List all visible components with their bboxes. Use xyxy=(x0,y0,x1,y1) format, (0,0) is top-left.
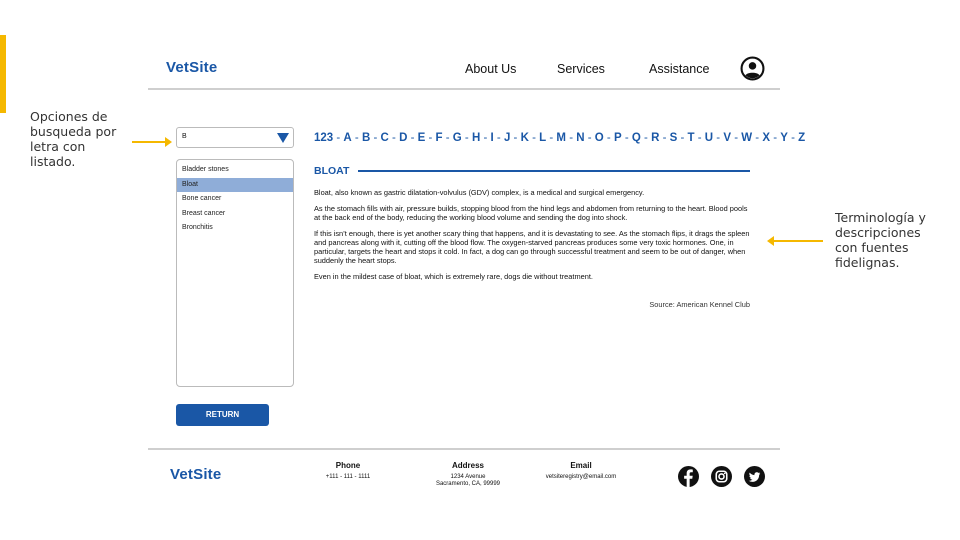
alphabet-letter[interactable]: P xyxy=(614,132,622,144)
user-circle-icon[interactable] xyxy=(740,56,765,81)
alphabet-letter[interactable]: T xyxy=(688,132,695,144)
alphabet-separator: - xyxy=(461,132,472,144)
alphabet-letter[interactable]: Z xyxy=(798,132,805,144)
alphabet-separator: - xyxy=(442,132,453,144)
email-value: vetsiteregistry@email.com xyxy=(545,474,617,480)
address-label: Address xyxy=(451,461,484,470)
alphabet-separator: - xyxy=(388,132,400,144)
alphabet-separator: - xyxy=(528,132,540,144)
site-header: VetSite About Us Services Assistance xyxy=(148,50,780,90)
alphabet-separator: - xyxy=(659,132,670,144)
alphabet-letter[interactable]: C xyxy=(381,132,389,144)
alphabet-separator: - xyxy=(603,132,614,144)
alphabet-separator: - xyxy=(731,132,742,144)
twitter-icon[interactable] xyxy=(744,466,765,487)
alphabet-letter[interactable]: M xyxy=(556,132,566,144)
alphabet-separator: - xyxy=(694,132,705,144)
list-item[interactable]: Breast cancer xyxy=(177,207,293,222)
article-body: Bloat, also known as gastric dilatation-… xyxy=(314,188,750,288)
alphabet-letter[interactable]: K xyxy=(521,132,529,144)
alphabet-separator: - xyxy=(640,132,652,144)
article-source: Source: American Kennel Club xyxy=(649,300,750,309)
address-line1: 1234 Avenue xyxy=(450,474,486,480)
phone-value: +111 - 111 - 1111 xyxy=(325,474,371,480)
title-divider xyxy=(358,170,750,172)
article-paragraph: Bloat, also known as gastric dilatation-… xyxy=(314,188,645,197)
alphabet-separator: - xyxy=(333,132,344,144)
alphabet-letter[interactable]: Q xyxy=(632,132,641,144)
alphabet-letter[interactable]: O xyxy=(595,132,604,144)
alphabet-separator: - xyxy=(752,132,763,144)
footer-address: Address 1234 Avenue Sacramento, CA, 9999… xyxy=(435,450,501,488)
annotation-left: Opciones de busqueda por letra con lista… xyxy=(30,109,117,169)
address-line2: Sacramento, CA, 99999 xyxy=(435,481,501,487)
alphabet-separator: - xyxy=(493,132,504,144)
alphabet-nav: 123 - A - B - C - D - E - F - G - H - I … xyxy=(314,132,805,144)
nav-about-us[interactable]: About Us xyxy=(465,62,516,76)
article-title: BLOAT xyxy=(314,165,350,177)
alphabet-separator: - xyxy=(566,132,577,144)
alphabet-letter[interactable]: G xyxy=(453,132,462,144)
alphabet-separator: - xyxy=(480,132,491,144)
facebook-icon[interactable] xyxy=(678,466,699,487)
footer-phone: Phone +111 - 111 - 1111 xyxy=(318,450,378,481)
alphabet-separator: - xyxy=(546,132,557,144)
letter-select[interactable]: B xyxy=(176,127,294,148)
list-item[interactable]: Bladder stones xyxy=(177,163,293,178)
alphabet-letter[interactable]: F xyxy=(436,132,443,144)
list-item-selected[interactable]: Bloat xyxy=(177,177,293,192)
alphabet-letter[interactable]: V xyxy=(723,132,731,144)
alphabet-letter[interactable]: U xyxy=(705,132,713,144)
alphabet-letter[interactable]: X xyxy=(762,132,770,144)
footer-email: Email vetsiteregistry@email.com xyxy=(535,450,627,481)
annotation-arrow-right xyxy=(767,236,823,246)
alphabet-letter[interactable]: W xyxy=(741,132,752,144)
accent-bar xyxy=(0,35,6,113)
list-item[interactable]: Bone cancer xyxy=(177,192,293,207)
nav-services[interactable]: Services xyxy=(557,62,605,76)
alphabet-letter[interactable]: Y xyxy=(780,132,788,144)
article-paragraph: As the stomach fills with air, pressure … xyxy=(314,204,748,222)
list-item[interactable]: Bronchitis xyxy=(177,221,293,236)
alphabet-separator: - xyxy=(370,132,381,144)
dropdown-arrow-icon xyxy=(277,133,289,143)
return-button[interactable]: RETURN xyxy=(176,404,269,426)
article-paragraph: If this isn’t enough, there is yet anoth… xyxy=(314,229,750,265)
email-label: Email xyxy=(570,461,592,470)
article-paragraph: Even in the mildest case of bloat, which… xyxy=(314,272,593,281)
annotation-right: Terminología y descripciones con fuentes… xyxy=(835,210,926,270)
letter-select-value: B xyxy=(182,133,187,140)
site-logo[interactable]: VetSite xyxy=(166,59,217,76)
footer-logo[interactable]: VetSite xyxy=(170,466,221,483)
alphabet-letter[interactable]: N xyxy=(576,132,584,144)
alphabet-letter[interactable]: 123 xyxy=(314,132,333,144)
alphabet-separator: - xyxy=(677,132,688,144)
nav-assistance[interactable]: Assistance xyxy=(649,62,709,76)
phone-label: Phone xyxy=(335,461,361,470)
alphabet-separator: - xyxy=(621,132,632,144)
alphabet-separator: - xyxy=(770,132,781,144)
alphabet-separator: - xyxy=(351,132,362,144)
alphabet-separator: - xyxy=(510,132,521,144)
alphabet-separator: - xyxy=(787,132,799,144)
alphabet-separator: - xyxy=(425,132,436,144)
condition-list[interactable]: Bladder stones Bloat Bone cancer Breast … xyxy=(176,159,294,387)
instagram-icon[interactable] xyxy=(711,466,732,487)
alphabet-separator: - xyxy=(407,132,418,144)
alphabet-separator: - xyxy=(713,132,724,144)
annotation-arrow-left xyxy=(132,137,172,147)
site-footer: VetSite Phone +111 - 111 - 1111 Address … xyxy=(148,448,780,496)
alphabet-letter[interactable]: A xyxy=(343,132,351,144)
alphabet-separator: - xyxy=(584,132,595,144)
